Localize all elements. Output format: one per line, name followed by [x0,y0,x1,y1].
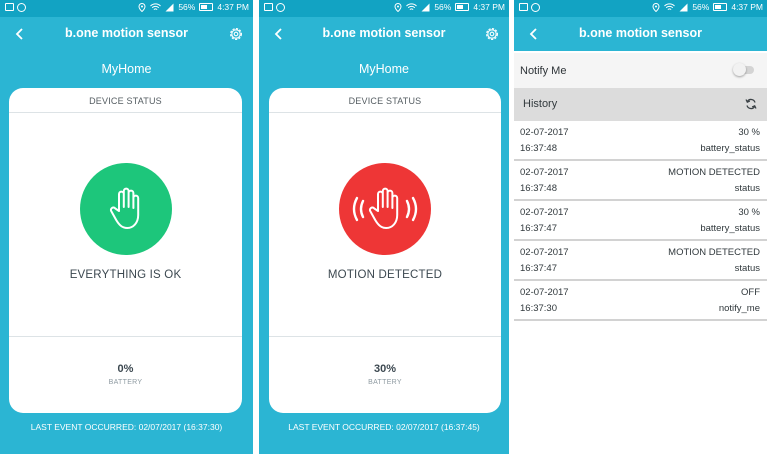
history-time: 16:37:48 [520,143,557,154]
gear-icon[interactable] [227,25,245,43]
status-bar: 56% 4:37 PM [259,0,509,17]
history-type: battery_status [700,143,760,154]
battery-value: 0% [117,363,134,375]
history-date: 02-07-2017 [520,167,569,178]
clock: 4:37 PM [217,2,249,12]
battery-label: BATTERY [368,379,402,386]
history-value: MOTION DETECTED [668,247,760,258]
app-bar: b.one motion sensor [0,17,253,51]
history-date: 02-07-2017 [520,247,569,258]
card-header: DEVICE STATUS [269,88,501,113]
device-screen-motion: 56% 4:37 PM b.one motion sensor MyHome D… [259,0,509,454]
history-date: 02-07-2017 [520,207,569,218]
hand-icon [109,187,139,229]
gear-icon[interactable] [483,25,501,43]
sync-notification-icon [17,3,26,12]
battery-percent: 56% [434,2,452,12]
waving-hand-icon [352,187,418,229]
history-type: battery_status [700,223,760,234]
battery-icon [199,3,214,11]
page-title: b.one motion sensor [65,26,188,40]
divider [9,336,242,337]
history-list: 02-07-2017 16:37:48 30 % battery_status … [514,121,767,321]
history-header: History [514,88,767,121]
home-name: MyHome [358,62,409,76]
notify-me-label: Notify Me [520,65,567,77]
wifi-icon [664,2,676,10]
home-name: MyHome [101,62,152,76]
status-indicator [339,163,431,255]
image-notification-icon [264,3,273,11]
card-header: DEVICE STATUS [9,88,242,113]
history-screen: 56% 4:37 PM b.one motion sensor Notify M… [514,0,767,454]
status-text: MOTION DETECTED [327,269,443,281]
status-bar: 56% 4:37 PM [514,0,767,17]
clock: 4:37 PM [473,2,505,12]
location-icon [394,2,402,12]
history-value: OFF [741,287,760,298]
history-value: 30 % [738,127,760,138]
history-time: 16:37:47 [520,263,557,274]
device-screen-ok: 56% 4:37 PM b.one motion sensor MyHome D… [0,0,253,454]
device-status-card: DEVICE STATUS MOTION DETECTED 30% BATTER… [269,88,501,413]
history-date: 02-07-2017 [520,287,569,298]
image-notification-icon [5,3,14,11]
history-type: status [734,263,760,274]
location-icon [652,2,660,12]
location-icon [138,2,146,12]
signal-icon [165,3,174,11]
wifi-icon [150,2,162,10]
status-bar: 56% 4:37 PM [0,0,253,17]
wifi-icon [406,2,418,10]
history-value: 30 % [738,207,760,218]
sync-notification-icon [276,3,285,12]
battery-icon [455,3,470,11]
history-time: 16:37:48 [520,183,557,194]
last-event-text: LAST EVENT OCCURRED: 02/07/2017 (16:37:3… [30,422,223,432]
history-item: 02-07-2017 16:37:47 MOTION DETECTED stat… [514,241,767,281]
battery-icon [713,3,728,11]
history-type: status [734,183,760,194]
page-title: b.one motion sensor [322,26,446,40]
history-label: History [523,98,558,110]
app-bar: b.one motion sensor [514,17,767,51]
refresh-icon[interactable] [745,98,757,110]
notify-me-row: Notify Me [514,53,767,89]
history-item: 02-07-2017 16:37:47 30 % battery_status [514,201,767,241]
status-text: EVERYTHING IS OK [69,269,182,281]
app-bar: b.one motion sensor [259,17,509,51]
battery-label: BATTERY [108,379,143,386]
history-date: 02-07-2017 [520,127,569,138]
history-item: 02-07-2017 16:37:48 MOTION DETECTED stat… [514,161,767,201]
divider [269,336,501,337]
battery-percent: 56% [692,2,710,12]
clock: 4:37 PM [731,2,763,12]
signal-icon [421,3,430,11]
last-event-text: LAST EVENT OCCURRED: 02/07/2017 (16:37:4… [288,422,480,432]
sync-notification-icon [531,3,540,12]
page-title: b.one motion sensor [579,26,702,40]
toggle-knob [733,63,746,76]
device-status-card: DEVICE STATUS EVERYTHING IS OK 0% BATTER… [9,88,242,413]
history-item: 02-07-2017 16:37:30 OFF notify_me [514,281,767,321]
history-item: 02-07-2017 16:37:48 30 % battery_status [514,121,767,161]
notify-me-toggle[interactable] [733,63,754,76]
history-value: MOTION DETECTED [668,167,760,178]
battery-percent: 56% [178,2,196,12]
status-indicator [79,163,172,255]
history-time: 16:37:47 [520,223,557,234]
signal-icon [679,3,688,11]
image-notification-icon [519,3,528,11]
battery-value: 30% [373,363,397,375]
history-time: 16:37:30 [520,303,557,314]
history-type: notify_me [718,303,760,314]
